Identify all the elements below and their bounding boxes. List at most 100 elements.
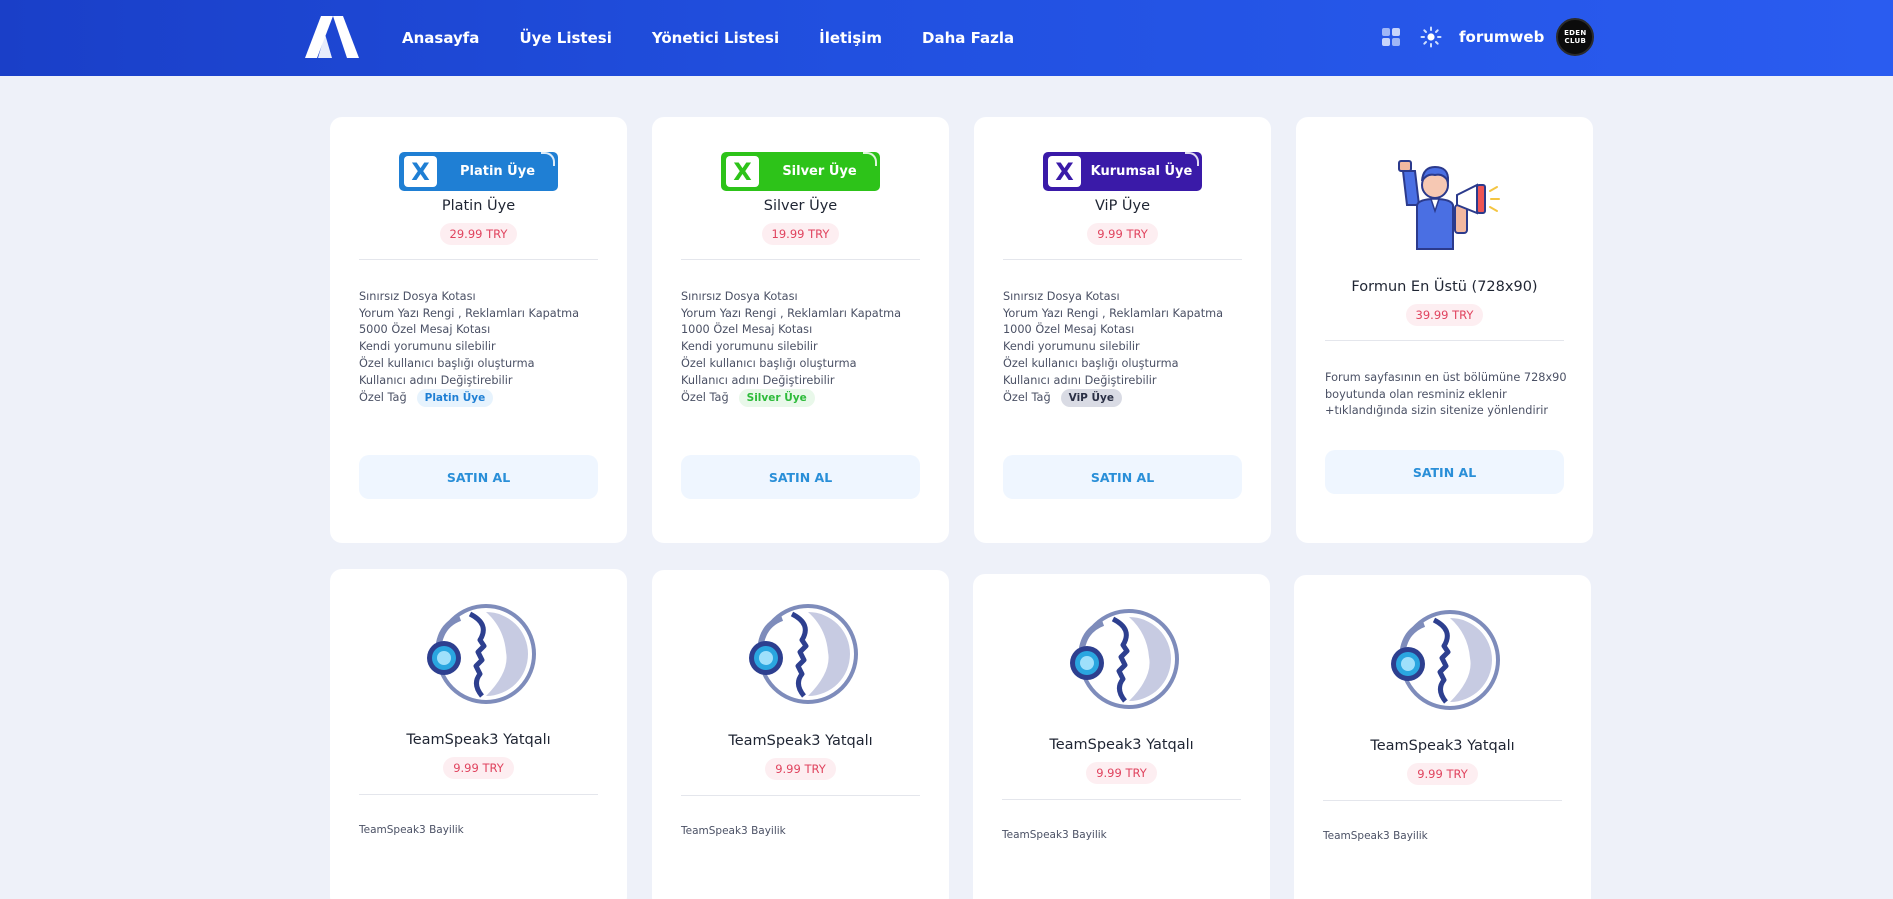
feature-item: Kullanıcı adını Değiştirebilir [1003, 373, 1157, 387]
header-user-area: forumweb EDEN CLUB [1380, 17, 1595, 57]
special-tag-row: Özel Tağ ViP Üye [1003, 389, 1253, 408]
price-container: 9.99 TRY [330, 757, 627, 779]
package-price: 9.99 TRY [1087, 223, 1158, 245]
buy-button[interactable]: SATIN AL [681, 455, 920, 499]
buy-button[interactable]: SATIN AL [359, 455, 598, 499]
badge-banner-silver: X Silver Üye [721, 152, 880, 191]
feature-item: 1000 Özel Mesaj Kotası [681, 323, 813, 337]
site-logo[interactable] [303, 14, 361, 58]
megaphone-man-illustration [1398, 160, 1500, 250]
special-tag-badge: Silver Üye [738, 389, 815, 408]
nav-anasayfa[interactable]: Anasayfa [402, 29, 479, 47]
feature-item: Kullanıcı adını Değiştirebilir [359, 373, 513, 387]
feature-list: Sınırsız Dosya Kotası Yorum Yazı Rengi ,… [1003, 289, 1253, 408]
package-title: Silver Üye [763, 198, 838, 214]
price-container: 9.99 TRY [652, 758, 949, 780]
package-description: Forum sayfasının en üst bölümüne 728x90 … [1325, 371, 1567, 418]
divider [1003, 259, 1242, 260]
package-price: 29.99 TRY [439, 223, 518, 245]
special-tag-row: Özel Tağ Platin Üye [359, 389, 609, 408]
teamspeak-logo-icon [1391, 610, 1500, 710]
package-card-vip: X Kurumsal Üye ViP Üye 9.99 TRY Sınırsız… [974, 117, 1271, 543]
divider [1325, 340, 1564, 341]
badge-banner-kurumsal: X Kurumsal Üye [1043, 152, 1202, 191]
nav-daha-fazla[interactable]: Daha Fazla [922, 29, 1014, 47]
package-card-teamspeak: TeamSpeak3 Yatqalı 9.99 TRY TeamSpeak3 B… [973, 574, 1270, 899]
package-card-teamspeak: TeamSpeak3 Yatqalı 9.99 TRY TeamSpeak3 B… [652, 570, 949, 899]
user-avatar[interactable]: EDEN CLUB [1556, 18, 1595, 56]
feature-item: Özel kullanıcı başlığı oluşturma [681, 356, 857, 370]
feature-item: 1000 Özel Mesaj Kotası [1003, 323, 1135, 337]
feature-item: Kullanıcı adını Değiştirebilir [681, 373, 835, 387]
special-tag-label: Özel Tağ [1003, 390, 1051, 404]
divider [359, 259, 598, 260]
special-tag-label: Özel Tağ [359, 390, 407, 404]
package-title: Platin Üye [441, 198, 516, 214]
feature-item: Özel kullanıcı başlığı oluşturma [1003, 356, 1179, 370]
divider [681, 795, 920, 796]
special-tag-label: Özel Tağ [681, 390, 729, 404]
package-card-silver: X Silver Üye Silver Üye 19.99 TRY Sınırs… [652, 117, 949, 543]
username-label[interactable]: forumweb [1459, 28, 1544, 46]
badge-banner-text: Kurumsal Üye [1090, 164, 1193, 179]
badge-banner-text: Platin Üye [459, 164, 536, 179]
divider [681, 259, 920, 260]
package-description: TeamSpeak3 Bayilik [1002, 829, 1107, 841]
price-container: 29.99 TRY [330, 223, 627, 245]
feature-list: Sınırsız Dosya Kotası Yorum Yazı Rengi ,… [681, 289, 931, 408]
price-container: 9.99 TRY [1294, 763, 1591, 785]
teamspeak-logo-icon [749, 604, 858, 704]
divider [359, 794, 598, 795]
avatar-text-line-1: EDEN [1564, 29, 1587, 37]
divider [1002, 799, 1241, 800]
feature-item: Kendi yorumunu silebilir [1003, 340, 1140, 354]
feature-list: Sınırsız Dosya Kotası Yorum Yazı Rengi ,… [359, 289, 609, 408]
nav-yonetici-listesi[interactable]: Yönetici Listesi [652, 29, 779, 47]
price-container: 39.99 TRY [1296, 304, 1593, 326]
feature-item: Yorum Yazı Rengi , Reklamları Kapatma [681, 306, 902, 320]
buy-button[interactable]: SATIN AL [1325, 450, 1564, 494]
package-price: 19.99 TRY [761, 223, 840, 245]
x-logo-icon: X [726, 156, 759, 187]
x-logo-icon: X [1048, 156, 1081, 187]
teamspeak-logo-icon [427, 604, 536, 704]
package-price: 39.99 TRY [1405, 304, 1484, 326]
special-tag-badge: Platin Üye [416, 389, 494, 408]
badge-banner-text: Silver Üye [782, 164, 857, 179]
x-logo-icon: X [404, 156, 437, 187]
price-container: 9.99 TRY [973, 762, 1270, 784]
package-title: ViP Üye [1094, 198, 1151, 214]
feature-item: Sınırsız Dosya Kotası [1003, 290, 1120, 303]
package-price: 9.99 TRY [765, 758, 836, 780]
package-description: TeamSpeak3 Bayilik [359, 824, 464, 836]
feature-item: 5000 Özel Mesaj Kotası [359, 323, 491, 337]
package-description: TeamSpeak3 Bayilik [681, 825, 786, 837]
package-card-teamspeak: TeamSpeak3 Yatqalı 9.99 TRY TeamSpeak3 B… [1294, 575, 1591, 899]
package-title: Formun En Üstü (728x90) [1351, 279, 1538, 295]
feature-item: Özel kullanıcı başlığı oluşturma [359, 356, 535, 370]
corner-curl-icon [863, 152, 877, 166]
package-card-platin: X Platin Üye Platin Üye 29.99 TRY Sınırs… [330, 117, 627, 543]
feature-item: Yorum Yazı Rengi , Reklamları Kapatma [1003, 306, 1224, 320]
package-card-teamspeak: TeamSpeak3 Yatqalı 9.99 TRY TeamSpeak3 B… [330, 569, 627, 899]
buy-button[interactable]: SATIN AL [1003, 455, 1242, 499]
divider [1323, 800, 1562, 801]
apps-grid-icon[interactable] [1380, 26, 1402, 48]
package-price: 9.99 TRY [1086, 762, 1157, 784]
feature-item: Kendi yorumunu silebilir [359, 340, 496, 354]
feature-item: Yorum Yazı Rengi , Reklamları Kapatma [359, 306, 580, 320]
feature-item: Sınırsız Dosya Kotası [681, 290, 798, 303]
price-container: 9.99 TRY [974, 223, 1271, 245]
package-price: 9.99 TRY [443, 757, 514, 779]
main-nav: Anasayfa Üye Listesi Yönetici Listesi İl… [402, 0, 1054, 76]
package-title: TeamSpeak3 Yatqalı [1049, 737, 1194, 753]
nav-iletisim[interactable]: İletişim [819, 29, 882, 47]
feature-item: Sınırsız Dosya Kotası [359, 290, 476, 303]
package-description: TeamSpeak3 Bayilik [1323, 830, 1428, 842]
nav-uye-listesi[interactable]: Üye Listesi [519, 29, 611, 47]
package-title: TeamSpeak3 Yatqalı [728, 733, 873, 749]
price-container: 19.99 TRY [652, 223, 949, 245]
theme-toggle-icon[interactable] [1420, 26, 1442, 48]
feature-item: Kendi yorumunu silebilir [681, 340, 818, 354]
corner-curl-icon [541, 152, 555, 166]
